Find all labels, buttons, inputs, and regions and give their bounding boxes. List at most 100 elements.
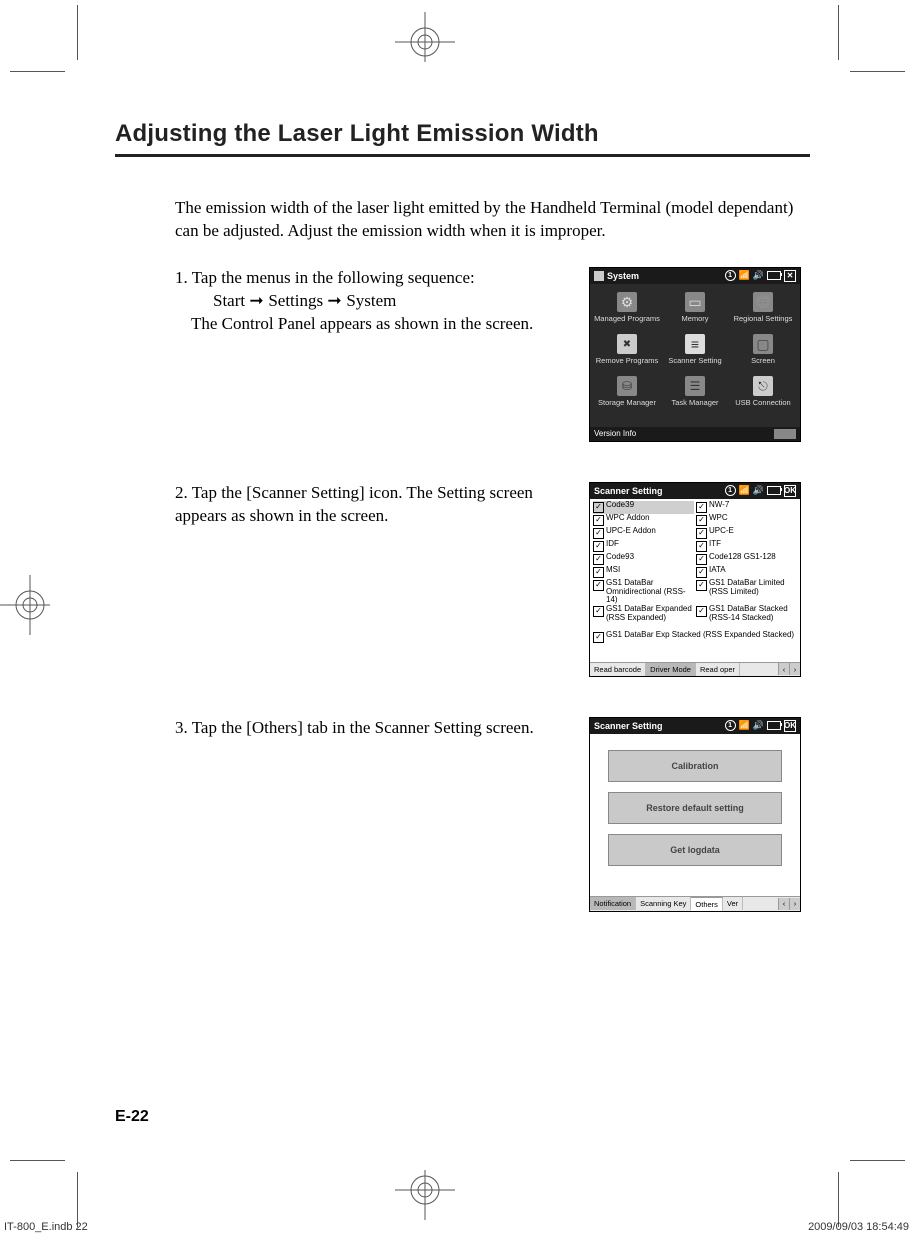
ck-upce[interactable]: UPC-E: [696, 527, 797, 540]
cp-screen[interactable]: Screen: [730, 330, 796, 370]
step-1-line3: The Control Panel appears as shown in th…: [191, 313, 565, 336]
step-1-number: 1.: [175, 268, 188, 287]
drive-icon: [617, 376, 637, 396]
tab-bar-others: Notification Scanning Key Others Ver ‹ ›: [590, 896, 800, 911]
tab-read-barcode[interactable]: Read barcode: [590, 663, 646, 676]
gear-icon: [617, 292, 637, 312]
cp-label: Memory: [681, 314, 708, 323]
usb-icon: [753, 376, 773, 396]
ck-wpc[interactable]: WPC: [696, 514, 797, 527]
tab-others[interactable]: Others: [691, 897, 723, 911]
memory-icon: [685, 292, 705, 312]
cp-usb-connection[interactable]: USB Connection: [730, 372, 796, 412]
ck-wpc-addon[interactable]: WPC Addon: [593, 514, 694, 527]
ck-gs1-exp-stacked[interactable]: GS1 DataBar Exp Stacked (RSS Expanded St…: [593, 631, 797, 657]
checkbox-icon: [696, 606, 707, 617]
step-1-row: 1. Tap the menus in the following sequen…: [175, 267, 810, 442]
footer-date: 2009/09/03 18:54:49: [808, 1221, 909, 1233]
barcode-type-grid: Code39 NW-7 WPC Addon WPC UPC-E Addon UP…: [590, 499, 800, 662]
ck-gs1-stacked[interactable]: GS1 DataBar Stacked (RSS-14 Stacked): [696, 605, 797, 631]
cp-label: Managed Programs: [594, 314, 660, 323]
path-settings: Settings: [268, 291, 323, 310]
checkbox-icon: [696, 515, 707, 526]
scroll-left-icon[interactable]: ‹: [778, 898, 789, 910]
crop-mark: [77, 1172, 78, 1227]
page-number: E-22: [115, 1108, 149, 1126]
title-scanner-others: Scanner Setting: [594, 721, 663, 731]
checkbox-icon: [696, 554, 707, 565]
screen-icon: [753, 334, 773, 354]
checkbox-icon: [593, 515, 604, 526]
tab-read-oper[interactable]: Read oper: [696, 663, 740, 676]
ck-code128[interactable]: Code128 GS1-128: [696, 553, 797, 566]
calibration-button[interactable]: Calibration: [608, 750, 782, 782]
ck-code93[interactable]: Code93: [593, 553, 694, 566]
speaker-icon: 🔊: [753, 270, 764, 281]
ok-button[interactable]: OK: [784, 720, 796, 732]
ck-nw7[interactable]: NW-7: [696, 501, 797, 514]
ck-gs1-omni[interactable]: GS1 DataBar Omnidirectional (RSS-14): [593, 579, 694, 605]
path-start: Start: [213, 291, 245, 310]
battery-icon: [767, 486, 781, 495]
crop-mark: [850, 1160, 905, 1161]
tab-bar: Read barcode Driver Mode Read oper ‹ ›: [590, 662, 800, 676]
title-system: System: [607, 271, 639, 281]
checkbox-icon: [593, 528, 604, 539]
checkbox-icon: [593, 541, 604, 552]
tab-scroll: ‹ ›: [778, 898, 800, 910]
cp-label: USB Connection: [735, 398, 790, 407]
titlebar-system: System 1 📶 🔊 ✕: [590, 268, 800, 284]
ck-idf[interactable]: IDF: [593, 540, 694, 553]
ck-iata[interactable]: IATA: [696, 566, 797, 579]
tab-scroll: ‹ ›: [778, 663, 800, 675]
screenshot-system-panel: System 1 📶 🔊 ✕ Managed Programs Memory R…: [589, 267, 801, 442]
tab-ver[interactable]: Ver: [723, 897, 743, 910]
crop-mark: [77, 5, 78, 60]
cp-scanner-setting[interactable]: Scanner Setting: [662, 330, 728, 370]
ck-gs1-limited[interactable]: GS1 DataBar Limited (RSS Limited): [696, 579, 797, 605]
path-system: System: [346, 291, 396, 310]
checkbox-icon: [696, 541, 707, 552]
start-flag-icon: [594, 271, 604, 281]
registration-mark-top: [380, 12, 470, 72]
barcode-icon: [685, 334, 705, 354]
cp-label: Storage Manager: [598, 398, 656, 407]
ok-button[interactable]: OK: [784, 485, 796, 497]
tab-notification[interactable]: Notification: [590, 897, 636, 910]
checkbox-icon: [593, 567, 604, 578]
step-2-row: 2. Tap the [Scanner Setting] icon. The S…: [175, 482, 810, 677]
tab-driver-mode[interactable]: Driver Mode: [646, 663, 696, 676]
checkbox-icon: [696, 567, 707, 578]
speaker-icon: 🔊: [753, 720, 764, 731]
checkbox-icon: [696, 580, 707, 591]
system-tray: 1 📶 🔊 OK: [725, 720, 796, 732]
cp-regional-settings[interactable]: Regional Settings: [730, 288, 796, 328]
cp-remove-programs[interactable]: Remove Programs: [594, 330, 660, 370]
others-body: Calibration Restore default setting Get …: [590, 734, 800, 896]
cp-task-manager[interactable]: Task Manager: [662, 372, 728, 412]
arrow-icon: ➞: [249, 291, 268, 310]
tab-scanning-key[interactable]: Scanning Key: [636, 897, 691, 910]
ck-upce-addon[interactable]: UPC-E Addon: [593, 527, 694, 540]
keyboard-icon[interactable]: [774, 429, 796, 439]
step-2-text: 2. Tap the [Scanner Setting] icon. The S…: [175, 482, 565, 528]
signal-icon: 📶: [739, 485, 750, 496]
get-logdata-button[interactable]: Get logdata: [608, 834, 782, 866]
ck-code39[interactable]: Code39: [593, 501, 694, 514]
scroll-right-icon[interactable]: ›: [789, 663, 800, 675]
cp-memory[interactable]: Memory: [662, 288, 728, 328]
cp-managed-programs[interactable]: Managed Programs: [594, 288, 660, 328]
ck-msi[interactable]: MSI: [593, 566, 694, 579]
ck-gs1-expanded[interactable]: GS1 DataBar Expanded (RSS Expanded): [593, 605, 694, 631]
ck-itf[interactable]: ITF: [696, 540, 797, 553]
tray-num-badge: 1: [725, 270, 736, 281]
scroll-left-icon[interactable]: ‹: [778, 663, 789, 675]
crop-mark: [850, 71, 905, 72]
tray-num-badge: 1: [725, 485, 736, 496]
restore-default-button[interactable]: Restore default setting: [608, 792, 782, 824]
system-tray: 1 📶 🔊 ✕: [725, 270, 796, 282]
signal-icon: 📶: [739, 720, 750, 731]
scroll-right-icon[interactable]: ›: [789, 898, 800, 910]
cp-storage-manager[interactable]: Storage Manager: [594, 372, 660, 412]
cp-label: Remove Programs: [596, 356, 659, 365]
